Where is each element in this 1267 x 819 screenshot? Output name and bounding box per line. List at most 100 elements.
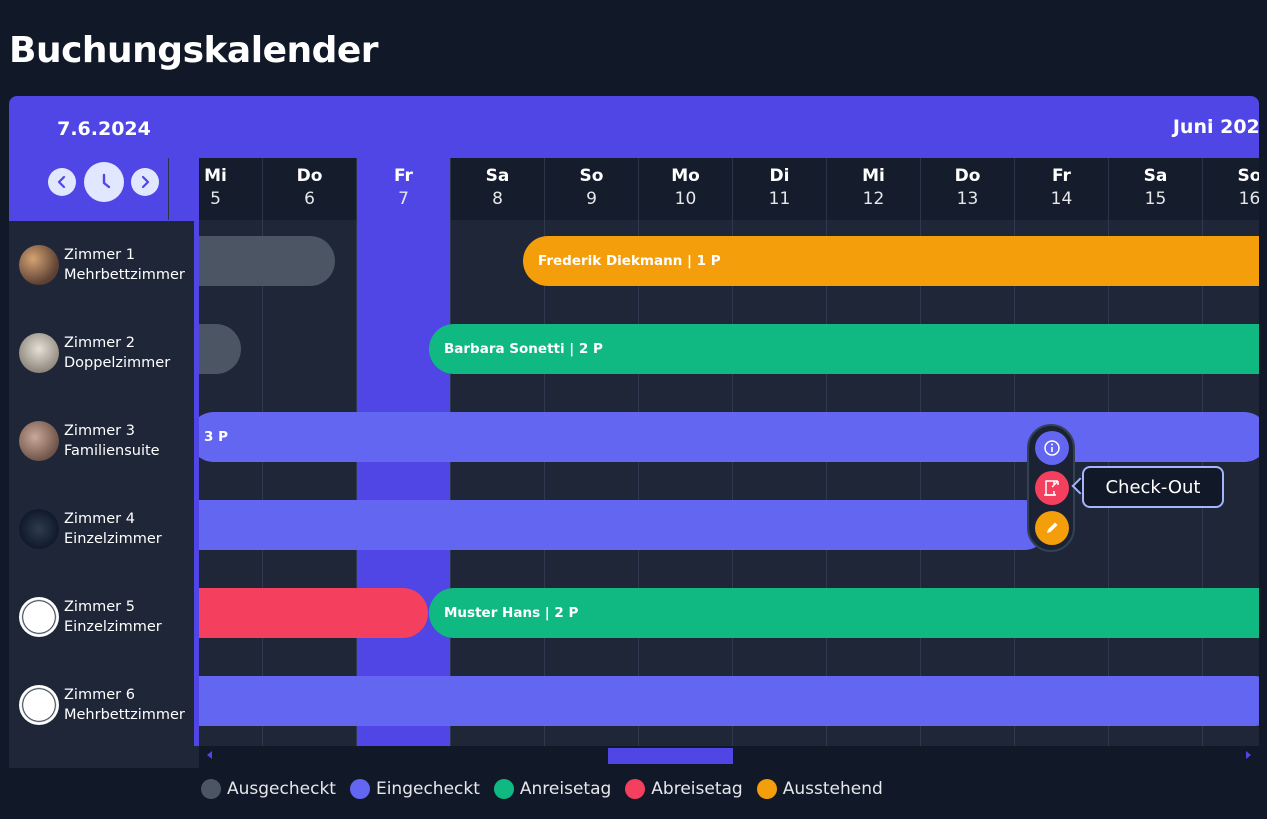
grid-column-line — [544, 220, 545, 746]
legend-item: Abreisetag — [625, 779, 743, 799]
legend-label: Eingecheckt — [375, 779, 480, 799]
legend-item: Ausstehend — [756, 779, 883, 799]
day-number: 16 — [1238, 189, 1259, 209]
room-type: Mehrbettzimmer — [64, 707, 185, 723]
booking-bar[interactable]: 3 P — [199, 412, 1259, 462]
day-header: Mi 12 — [826, 158, 920, 220]
day-header: So 16 — [1202, 158, 1259, 220]
legend-dot — [756, 779, 777, 799]
day-name: Di — [769, 166, 790, 186]
booking-bar[interactable] — [199, 588, 428, 638]
pencil-icon — [1047, 522, 1058, 533]
calendar-header: 7.6.2024 Juni 2024 — [9, 96, 1259, 158]
day-header: Do 13 — [920, 158, 1014, 220]
booking-bar[interactable]: Barbara Sonetti | 2 P — [429, 324, 1259, 374]
horizontal-scrollbar[interactable] — [199, 746, 1259, 768]
day-number: 11 — [768, 189, 791, 209]
scroll-thumb[interactable] — [608, 748, 733, 764]
day-header: Di 11 — [732, 158, 826, 220]
day-name: Sa — [1143, 166, 1168, 186]
room-thumbnail — [19, 421, 59, 461]
booking-bar[interactable] — [199, 236, 335, 286]
grid-column-line — [262, 220, 263, 746]
room-item[interactable]: Zimmer 2 Doppelzimmer — [9, 309, 194, 397]
day-name: Mo — [671, 166, 700, 186]
room-name: Zimmer 2 — [64, 335, 135, 351]
booking-bar[interactable] — [199, 500, 1049, 550]
today-column — [356, 220, 450, 746]
booking-bar[interactable] — [199, 324, 241, 374]
day-name: Fr — [1052, 166, 1071, 186]
room-item[interactable]: Zimmer 5 Einzelzimmer — [9, 573, 194, 661]
room-type: Einzelzimmer — [64, 619, 162, 635]
grid-column-line — [1014, 220, 1015, 746]
clock-icon — [102, 173, 111, 189]
previous-button[interactable] — [48, 168, 76, 196]
day-name: Do — [296, 166, 323, 186]
day-number: 6 — [304, 189, 315, 209]
booking-bar[interactable]: Muster Hans | 2 P — [429, 588, 1259, 638]
edit-button[interactable] — [1035, 511, 1069, 545]
legend-dot — [493, 779, 514, 799]
legend-dot — [349, 779, 370, 799]
grid-column-line — [826, 220, 827, 746]
day-header: Do 6 — [262, 158, 356, 220]
day-header: Mi 5 — [168, 158, 262, 220]
booking-bar[interactable]: Frederik Diekmann | 1 P — [523, 236, 1259, 286]
scroll-left-arrow[interactable] — [207, 751, 212, 759]
day-number: 14 — [1050, 189, 1073, 209]
room-item[interactable]: Zimmer 4 Einzelzimmer — [9, 485, 194, 573]
day-name: Sa — [485, 166, 510, 186]
room-type: Einzelzimmer — [64, 531, 162, 547]
room-item[interactable]: Zimmer 6 Mehrbettzimmer — [9, 661, 194, 749]
checkout-button[interactable] — [1035, 471, 1069, 505]
grid-column-line — [638, 220, 639, 746]
room-name: Zimmer 4 — [64, 511, 135, 527]
legend-item: Anreisetag — [493, 779, 611, 799]
grid-column-line — [450, 220, 451, 746]
grid-column-line — [356, 220, 357, 746]
room-name: Zimmer 3 — [64, 423, 135, 439]
day-name: So — [1237, 166, 1259, 186]
booking-calendar: 7.6.2024 Juni 2024 Mi 5 Do 6 Fr 7 Sa 8 So 9 Mo 10 Di… — [9, 96, 1259, 768]
room-name: Zimmer 6 — [64, 687, 135, 703]
day-name: Fr — [394, 166, 413, 186]
room-thumbnail — [19, 597, 59, 637]
grid-column-line — [732, 220, 733, 746]
day-header: Sa 8 — [450, 158, 544, 220]
day-number: 5 — [210, 189, 221, 209]
room-item[interactable]: Zimmer 3 Familiensuite — [9, 397, 194, 485]
booking-bar[interactable] — [199, 676, 1259, 726]
month-label: Juni 2024 — [1172, 116, 1259, 138]
room-item[interactable]: Zimmer 1 Mehrbettzimmer — [9, 221, 194, 309]
day-name: Mi — [862, 166, 885, 186]
room-name: Zimmer 1 — [64, 247, 135, 263]
day-number: 13 — [956, 189, 979, 209]
today-button[interactable] — [84, 162, 124, 202]
day-headers: Mi 5 Do 6 Fr 7 Sa 8 So 9 Mo 10 Di 11 Mi 12 Do 13 Fr 14 Sa 15 S… — [168, 158, 1259, 220]
day-header: Fr 14 — [1014, 158, 1108, 220]
next-button[interactable] — [131, 168, 159, 196]
info-icon — [1044, 440, 1060, 456]
legend-item: Eingecheckt — [349, 779, 480, 799]
legend-dot — [201, 779, 221, 799]
day-header: Mo 10 — [638, 158, 732, 220]
day-number: 7 — [398, 189, 409, 209]
room-thumbnail — [19, 245, 59, 285]
current-date: 7.6.2024 — [57, 118, 151, 140]
info-button[interactable] — [1035, 431, 1069, 465]
room-name: Zimmer 5 — [64, 599, 135, 615]
scroll-right-arrow[interactable] — [1246, 751, 1251, 759]
page-title: Buchungskalender — [9, 30, 379, 71]
day-name: Do — [954, 166, 981, 186]
legend-label: Ausgecheckt — [227, 779, 336, 799]
grid-column-line — [920, 220, 921, 746]
booking-action-menu — [1027, 424, 1075, 552]
day-header: Sa 15 — [1108, 158, 1202, 220]
chevron-left-icon — [57, 175, 66, 189]
room-type: Doppelzimmer — [64, 355, 171, 371]
day-header: Fr 7 — [356, 158, 450, 220]
day-name: So — [579, 166, 604, 186]
room-list: Zimmer 1 Mehrbettzimmer Zimmer 2 Doppelzimm… — [9, 221, 194, 768]
room-type: Mehrbettzimmer — [64, 267, 185, 283]
